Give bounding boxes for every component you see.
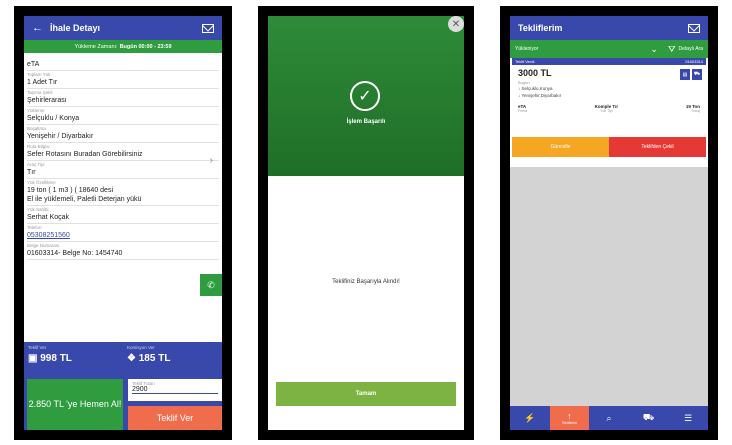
- empty-list-area: [510, 167, 708, 406]
- nav-menu[interactable]: ☰: [668, 406, 708, 430]
- offer-card-header: Teklif Verdi 01603314: [512, 58, 706, 65]
- buy-now-button[interactable]: 2.850 TL 'ye Hemen Al!: [27, 379, 123, 430]
- detail-row: Boşaltma Yenişehir / Diyarbakır: [27, 125, 219, 143]
- app-bar: Tekliflerim: [510, 16, 708, 40]
- price-panel: Teklif Ver ▣ 998 TL Komisyon Ver ❖ 185 TL: [24, 342, 222, 375]
- back-arrow-icon[interactable]: ←: [32, 22, 50, 34]
- call-button[interactable]: ✆: [200, 274, 222, 296]
- phone-link[interactable]: 05308251560: [27, 231, 219, 240]
- filter-icon[interactable]: ⛛: [668, 44, 676, 55]
- screen-success-dialog: ✓ İşlem Başarılı ✕ Teklifiniz Başarıyla …: [258, 6, 474, 440]
- check-icon: ✓: [350, 81, 380, 111]
- search-icon: ⌕: [606, 412, 612, 423]
- screen-tekliflerim: Tekliflerim Yükleniyor ⌄ ⛛ Detaylı Ara T…: [500, 6, 718, 440]
- route-row[interactable]: Rota Bilgisi Sefer Rotasını Buradan Göreb…: [27, 143, 219, 166]
- money-icon: ❖: [127, 353, 139, 364]
- detail-row: Yük Özellikleri 19 ton ( 1 m3 ) ( 18640 d…: [27, 179, 219, 206]
- detailed-search-button[interactable]: Detaylı Ara: [679, 46, 703, 52]
- app-bar: ← İhale Detayı: [24, 16, 222, 40]
- bottom-nav: ⚡ ↑ Tekliflerim ⌕ ⛟ ☰: [510, 406, 708, 430]
- success-header: ✓ İşlem Başarılı ✕: [268, 16, 464, 176]
- offer-card[interactable]: 3000 TL Bugün ↓ Selçuklu,Konya ↓ Yenişeh…: [512, 65, 706, 137]
- page-title: Tekliflerim: [518, 23, 563, 33]
- wallet-icon: ▣: [28, 353, 41, 364]
- withdraw-offer-button[interactable]: Teklifden Çekil: [609, 137, 706, 157]
- flash-icon: ⚡: [524, 412, 536, 423]
- detail-row: Toplam Yük 1 Adet Tır: [27, 71, 219, 89]
- success-message: Teklifiniz Başarıyla Alındı!: [332, 279, 400, 285]
- nav-truck[interactable]: ⛟: [629, 406, 669, 430]
- offer-stats: eTA Firma Komple Tır Yük Tipi 19 Ton Tonaj: [518, 104, 700, 113]
- filter-bar: Yükleniyor ⌄ ⛛ Detaylı Ara: [510, 40, 708, 58]
- menu-icon: ☰: [684, 412, 693, 423]
- close-icon[interactable]: ✕: [448, 16, 464, 32]
- truck-icon: ⛟: [642, 412, 655, 422]
- detail-row: Yükleme Selçuklu / Konya: [27, 107, 219, 125]
- submit-bid-button[interactable]: Teklif Ver: [128, 406, 222, 430]
- screen-ihale-detay: ← İhale Detayı Yükleme Zamanı: Bugün 00:0…: [14, 6, 232, 440]
- detail-row: Taşıma Şekli Şehirlerarası: [27, 89, 219, 107]
- status-select[interactable]: Yükleniyor: [515, 46, 650, 52]
- upload-icon: ↑: [567, 411, 572, 421]
- nav-tekliflerim[interactable]: ↑ Tekliflerim: [549, 406, 590, 430]
- page-title: İhale Detayı: [50, 23, 101, 33]
- loading-time-bar: Yükleme Zamanı: Bugün 00:00 - 23:59: [24, 40, 222, 53]
- bid-amount-input[interactable]: Teklif Tutarı 2900: [128, 379, 222, 401]
- detail-row: Araç Tipi Tır: [27, 161, 219, 179]
- mail-icon[interactable]: [688, 23, 700, 33]
- detail-list: eTA Toplam Yük 1 Adet Tır Taşıma Şekli Şeh…: [24, 53, 222, 260]
- ok-button[interactable]: Tamam: [276, 382, 456, 406]
- nav-flash[interactable]: ⚡: [510, 406, 550, 430]
- detail-row: eTA: [27, 53, 219, 71]
- mail-icon[interactable]: [202, 23, 214, 33]
- document-icon[interactable]: ▤: [680, 69, 690, 80]
- success-title: İşlem Başarılı: [346, 119, 386, 125]
- detail-row: Yük Sahibi Serhat Koçak: [27, 206, 219, 224]
- phone-icon: ✆: [207, 279, 215, 290]
- phone-row: Telefon 05308251560: [27, 224, 219, 242]
- update-offer-button[interactable]: Güncelle: [512, 137, 609, 157]
- truck-icon[interactable]: ⛟: [692, 69, 702, 80]
- offer-price: 3000 TL: [518, 68, 552, 78]
- detail-row: Belge Numarası 01603314- Belge No: 145474…: [27, 242, 219, 260]
- bid-area: 2.850 TL 'ye Hemen Al! Teklif Tutarı 2900…: [24, 375, 222, 430]
- chevron-down-icon[interactable]: ⌄: [650, 44, 658, 55]
- nav-search[interactable]: ⌕: [589, 406, 629, 430]
